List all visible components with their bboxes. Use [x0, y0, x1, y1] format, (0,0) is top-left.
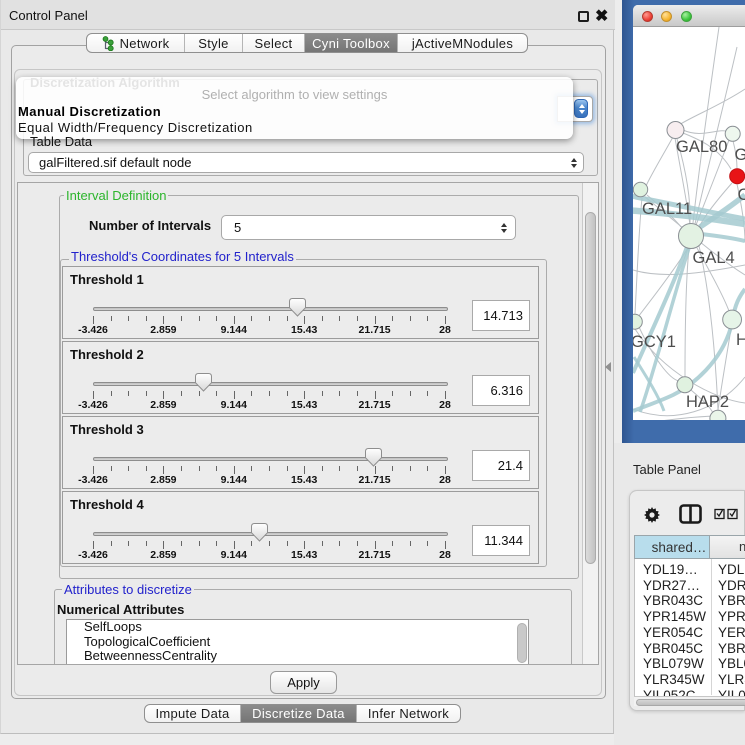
svg-text:HAP2: HAP2	[686, 393, 729, 411]
svg-text:GAL11: GAL11	[642, 200, 692, 218]
svg-text:C: C	[738, 186, 745, 204]
svg-text:GCY1: GCY1	[633, 333, 676, 351]
svg-text:GA: GA	[735, 146, 745, 164]
svg-text:GAL80: GAL80	[676, 138, 727, 156]
svg-text:GAL4: GAL4	[693, 249, 735, 267]
svg-text:HI: HI	[736, 331, 745, 349]
